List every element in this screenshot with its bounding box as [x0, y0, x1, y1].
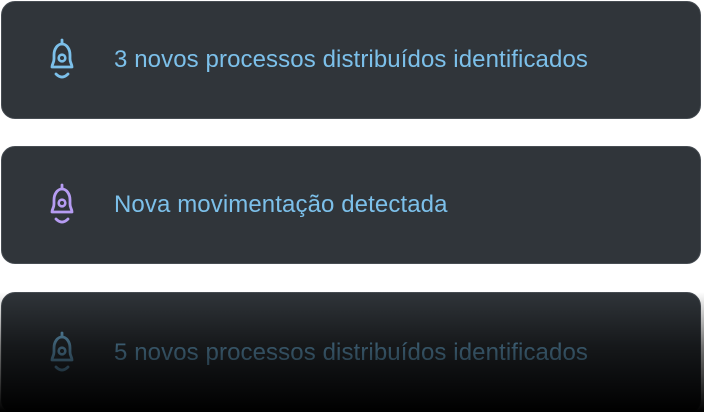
bell-dot [57, 53, 67, 63]
bell-icon [40, 36, 84, 84]
bell-dot [57, 346, 67, 356]
notification-card[interactable]: 3 novos processos distribuídos identific… [1, 1, 701, 119]
notification-text: Nova movimentação detectada [114, 191, 448, 218]
notification-card[interactable]: Nova movimentação detectada [1, 146, 701, 264]
notification-card[interactable]: 5 novos processos distribuídos identific… [1, 292, 701, 412]
bell-clapper [54, 72, 70, 79]
notification-text: 5 novos processos distribuídos identific… [114, 339, 588, 366]
bell-dot [57, 198, 67, 208]
bell-icon-svg [50, 331, 74, 372]
bell-icon-svg [50, 38, 74, 79]
bell-icon-svg [50, 183, 74, 224]
notification-list: 3 novos processos distribuídos identific… [0, 0, 704, 412]
bell-clapper [54, 217, 70, 224]
notification-text: 3 novos processos distribuídos identific… [114, 46, 588, 73]
bell-clapper [54, 365, 70, 372]
bell-icon [40, 329, 84, 377]
bell-icon [40, 181, 84, 229]
